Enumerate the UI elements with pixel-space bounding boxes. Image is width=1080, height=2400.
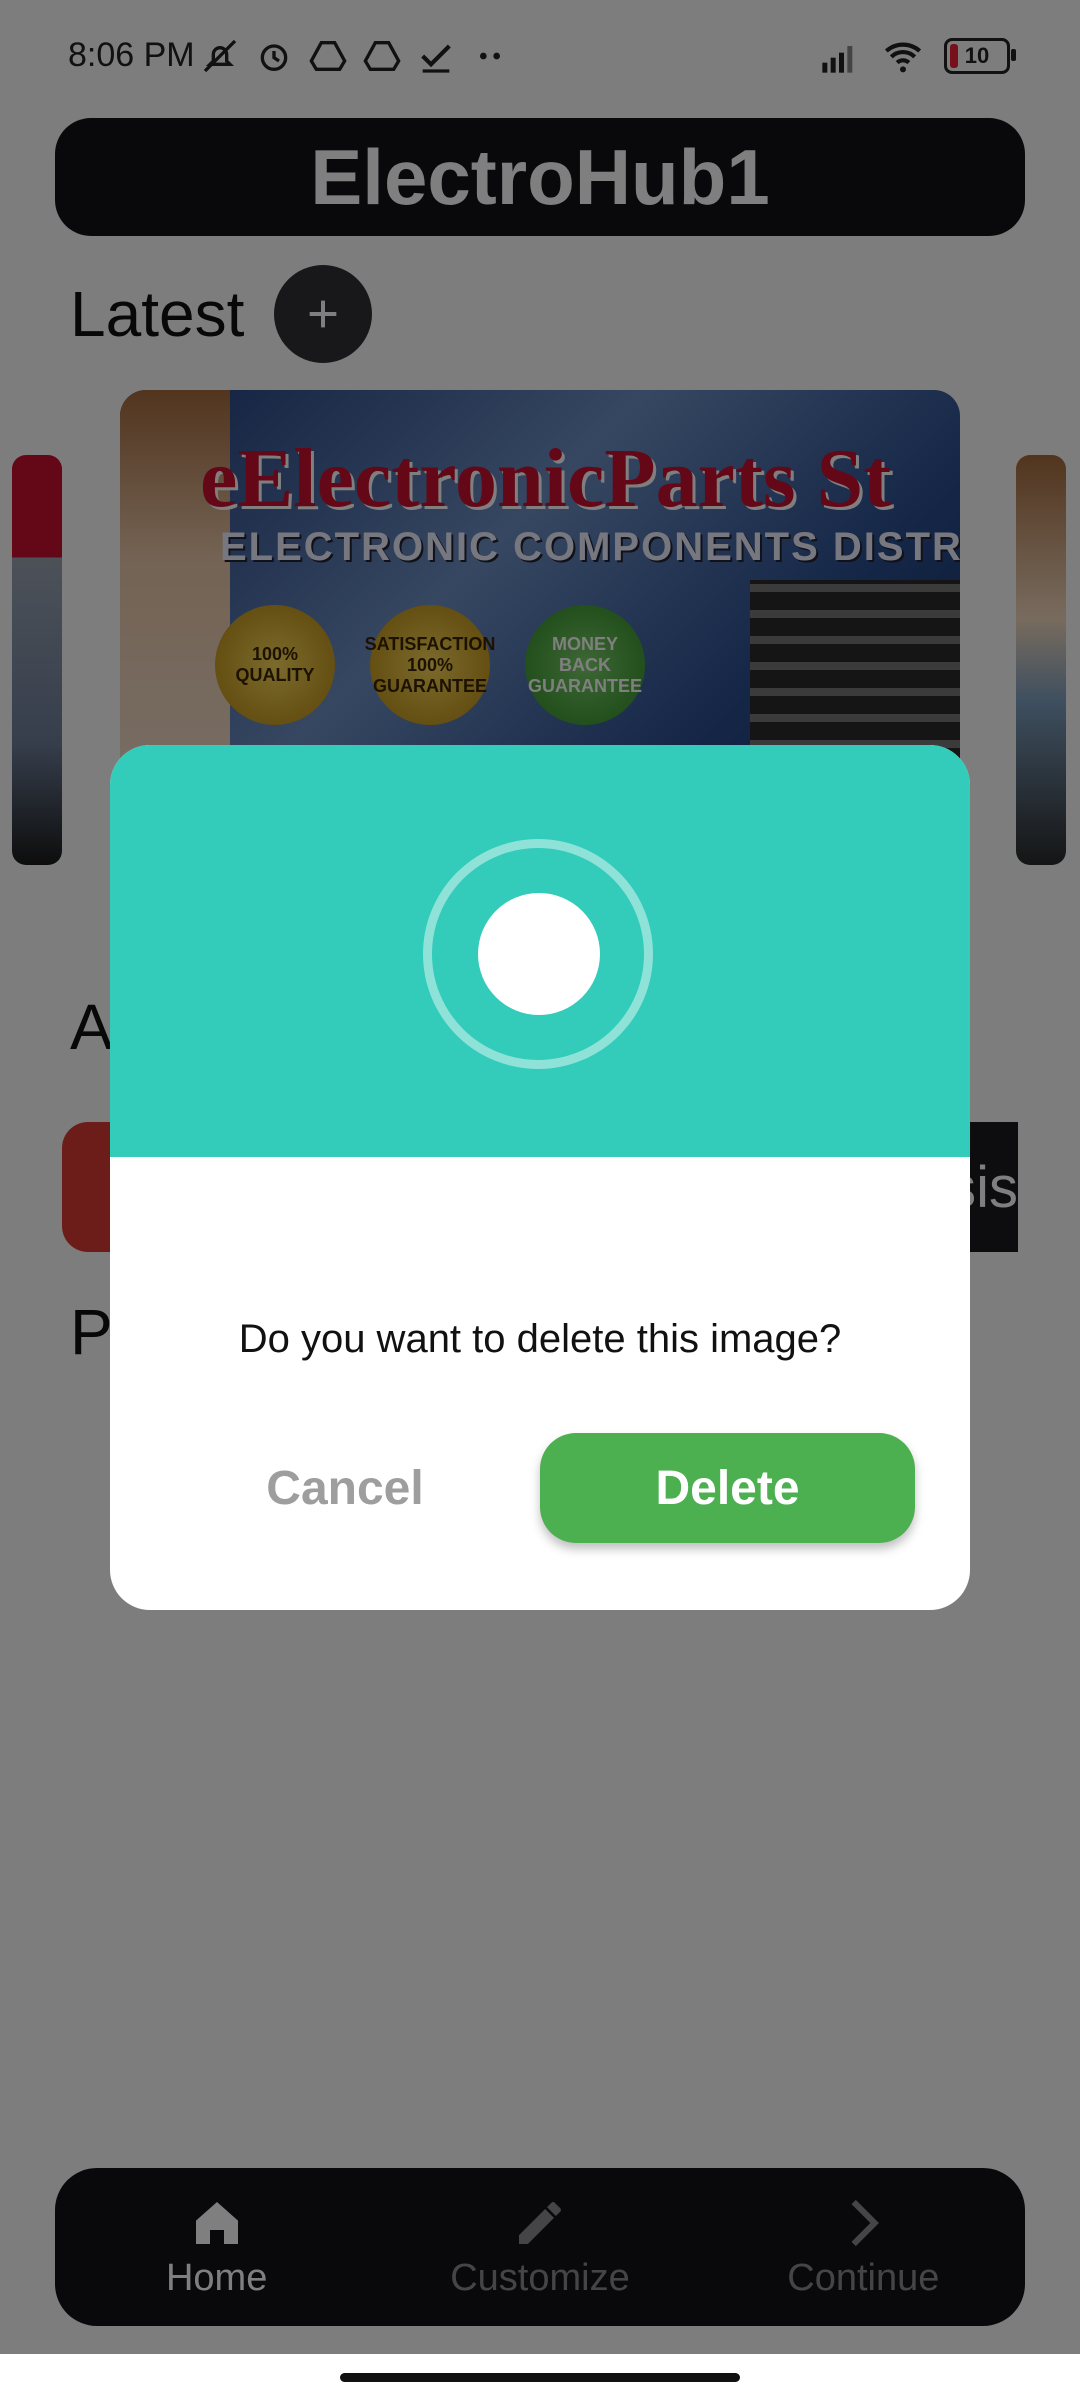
gesture-bar	[0, 2354, 1080, 2400]
delete-dialog: Do you want to delete this image? Cancel…	[110, 745, 970, 1610]
screen: 8:06 PM 10 ElectroHub1 Latest eElectroni…	[0, 0, 1080, 2354]
loading-dot-icon	[478, 893, 600, 1015]
dialog-header	[110, 745, 970, 1157]
cancel-button[interactable]: Cancel	[230, 1433, 460, 1543]
delete-button[interactable]: Delete	[540, 1433, 915, 1543]
dialog-message: Do you want to delete this image?	[238, 1317, 842, 1361]
home-indicator[interactable]	[340, 2373, 740, 2382]
